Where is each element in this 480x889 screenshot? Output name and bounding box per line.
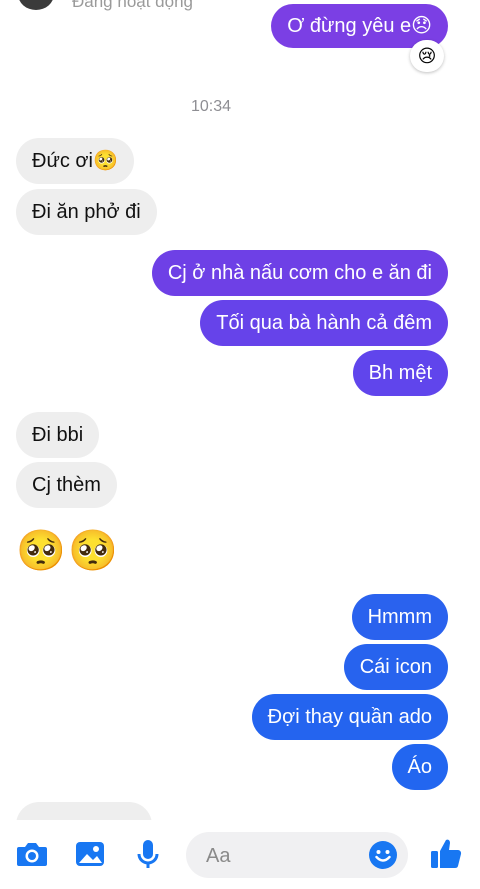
message-bubble-received[interactable]: Đi ăn phở đi [16,189,157,235]
message-bubble-sent[interactable]: Cái icon [343,644,448,690]
message-bubble-sent[interactable]: Áo [391,744,448,790]
photo-gallery-icon[interactable] [72,836,108,872]
microphone-icon[interactable] [130,836,166,872]
timestamp: 10:34 [190,98,232,115]
message-bubble-sent[interactable]: Bh mệt [352,350,448,396]
message-bubble-sent[interactable]: Tối qua bà hành cả đêm [200,300,448,346]
emoji-message[interactable]: 🥺 [16,528,66,574]
message-input[interactable] [204,832,368,880]
message-bubble-sent[interactable]: Hmmm [351,594,448,640]
avatar[interactable] [18,0,54,10]
message-bubble-sent[interactable]: Cj ở nhà nấu cơm cho e ăn đi [151,250,448,296]
message-bubble-sent[interactable]: Đợi thay quần ado [251,694,448,740]
message-bubble-received[interactable]: Cj thèm [16,462,117,508]
message-toolbar [0,820,480,889]
message-composer[interactable] [186,832,408,880]
message-bubble-received[interactable]: Đức ơi🥺 [16,138,134,184]
emoji-message[interactable]: 🥺 [68,528,118,574]
emoji-icon[interactable] [368,840,398,870]
active-status: Đang hoạt động [72,0,193,11]
message-bubble-received[interactable]: Đi bbi [16,412,100,458]
thumbs-up-icon[interactable] [428,836,464,872]
reaction-badge[interactable]: 😢 [410,40,444,72]
camera-icon[interactable] [14,836,50,872]
